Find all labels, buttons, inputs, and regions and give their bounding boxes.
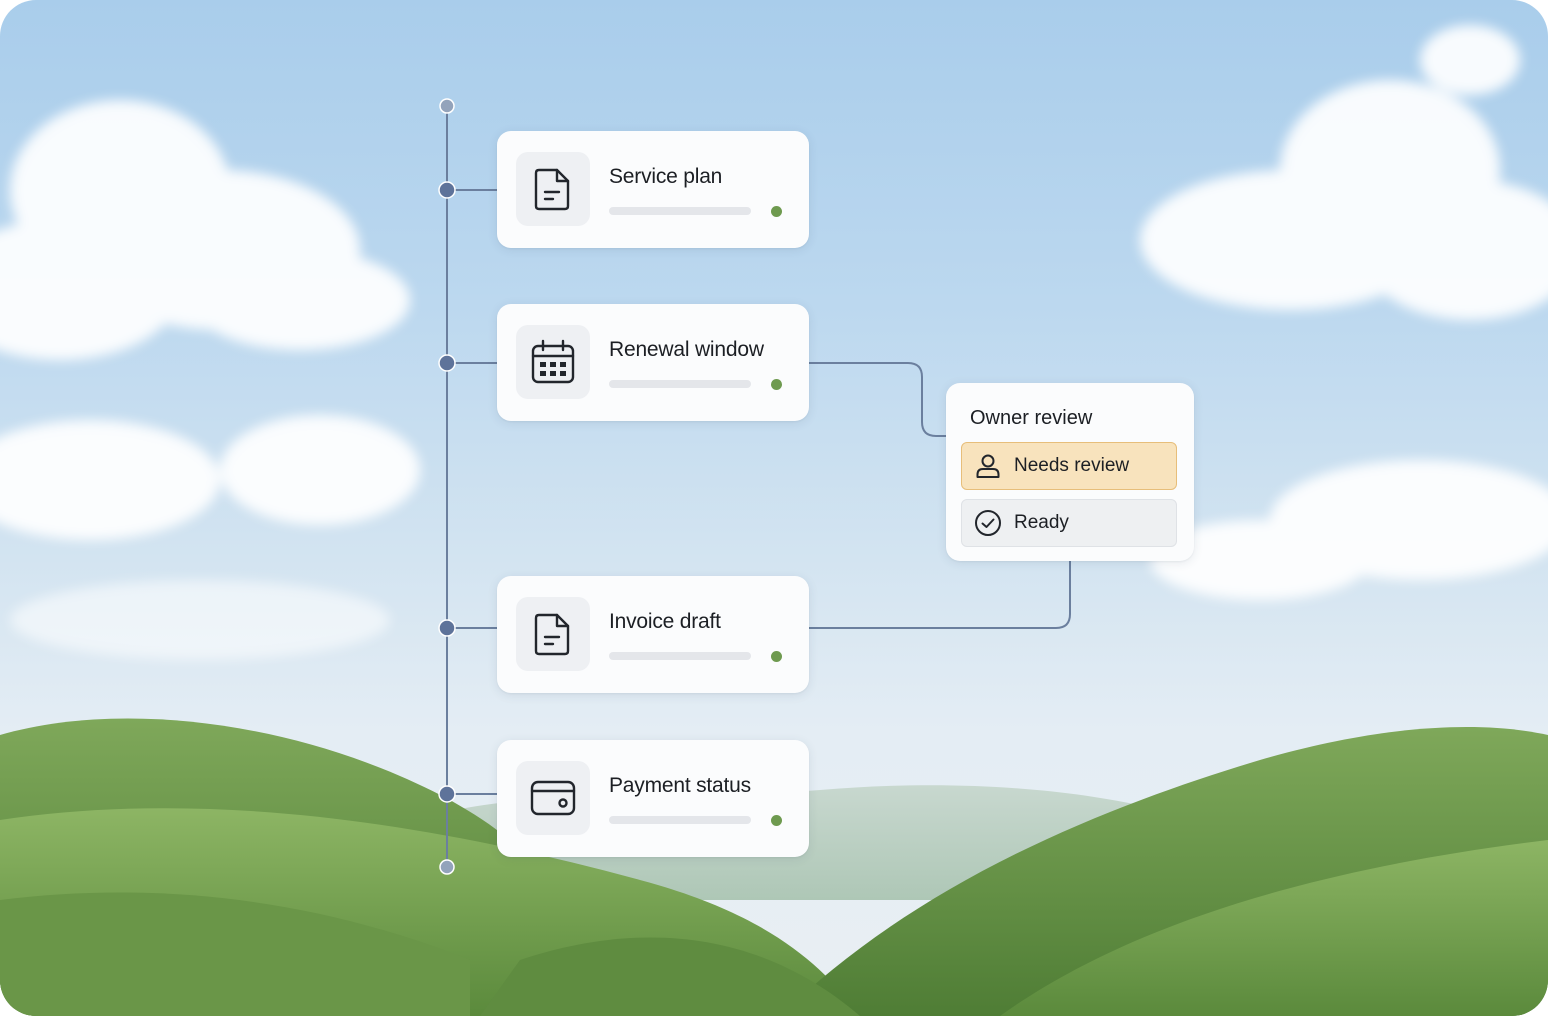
status-dot: [771, 651, 782, 662]
step-card-invoice-draft[interactable]: Invoice draft: [497, 576, 809, 693]
document-icon: [516, 152, 590, 226]
progress-placeholder-bar: [609, 380, 751, 388]
owner-review-panel: Owner review Needs review Ready: [946, 383, 1194, 561]
canvas-frame: Service plan Renewal window Invoice draf…: [0, 0, 1548, 1016]
option-label: Ready: [1014, 512, 1069, 533]
step-card-payment-status[interactable]: Payment status: [497, 740, 809, 857]
progress-placeholder-bar: [609, 207, 751, 215]
option-needs-review[interactable]: Needs review: [961, 442, 1177, 490]
step-card-renewal-window[interactable]: Renewal window: [497, 304, 809, 421]
check-circle-icon: [974, 509, 1002, 537]
document-icon: [516, 597, 590, 671]
step-title: Invoice draft: [609, 610, 721, 633]
step-title: Service plan: [609, 165, 723, 188]
status-dot: [771, 379, 782, 390]
option-label: Needs review: [1014, 455, 1130, 476]
user-icon: [974, 452, 1002, 480]
status-dot: [771, 206, 782, 217]
option-ready[interactable]: Ready: [961, 499, 1177, 547]
step-title: Payment status: [609, 774, 751, 797]
step-card-service-plan[interactable]: Service plan: [497, 131, 809, 248]
progress-placeholder-bar: [609, 816, 751, 824]
calendar-icon: [516, 325, 590, 399]
step-title: Renewal window: [609, 338, 764, 361]
wallet-icon: [516, 761, 590, 835]
status-dot: [771, 815, 782, 826]
progress-placeholder-bar: [609, 652, 751, 660]
owner-review-title: Owner review: [970, 407, 1093, 429]
